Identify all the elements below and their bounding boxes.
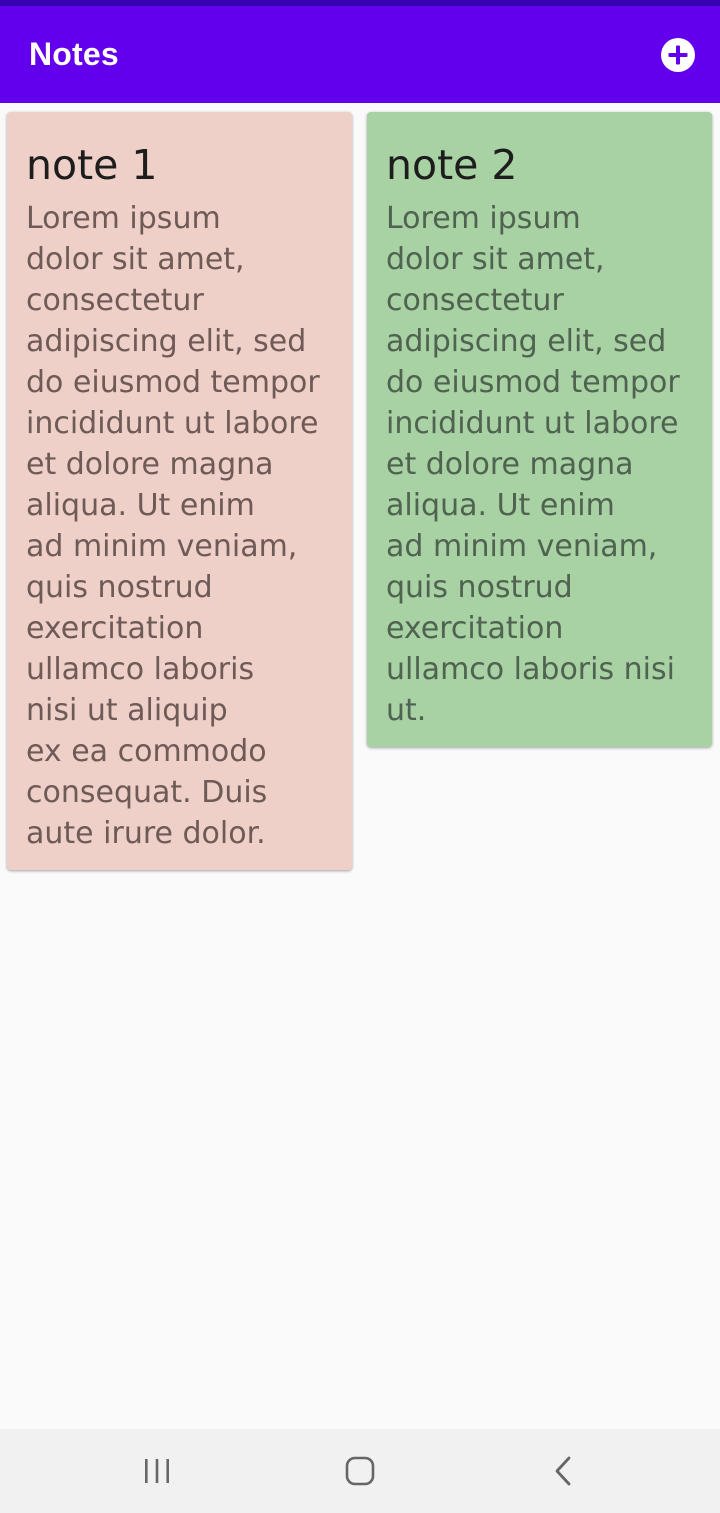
recents-icon xyxy=(143,1458,171,1484)
add-circle-icon xyxy=(660,37,696,73)
app-bar: Notes xyxy=(0,6,720,103)
page-title: Notes xyxy=(29,36,119,72)
home-button[interactable] xyxy=(310,1429,410,1513)
add-note-button[interactable] xyxy=(660,37,696,73)
note-body: Lorem ipsum dolor sit amet, consectetur … xyxy=(26,201,320,851)
system-navigation-bar xyxy=(0,1429,720,1513)
home-icon xyxy=(345,1456,375,1486)
back-icon xyxy=(553,1456,573,1486)
back-button[interactable] xyxy=(513,1429,613,1513)
note-body: Lorem ipsum dolor sit amet, consectetur … xyxy=(386,201,680,728)
recents-button[interactable] xyxy=(107,1429,207,1513)
note-title: note 1 xyxy=(26,141,158,189)
note-card[interactable]: note 2 Lorem ipsum dolor sit amet, conse… xyxy=(367,112,712,747)
note-card[interactable]: note 1 Lorem ipsum dolor sit amet, conse… xyxy=(7,112,352,870)
note-title: note 2 xyxy=(386,141,518,189)
